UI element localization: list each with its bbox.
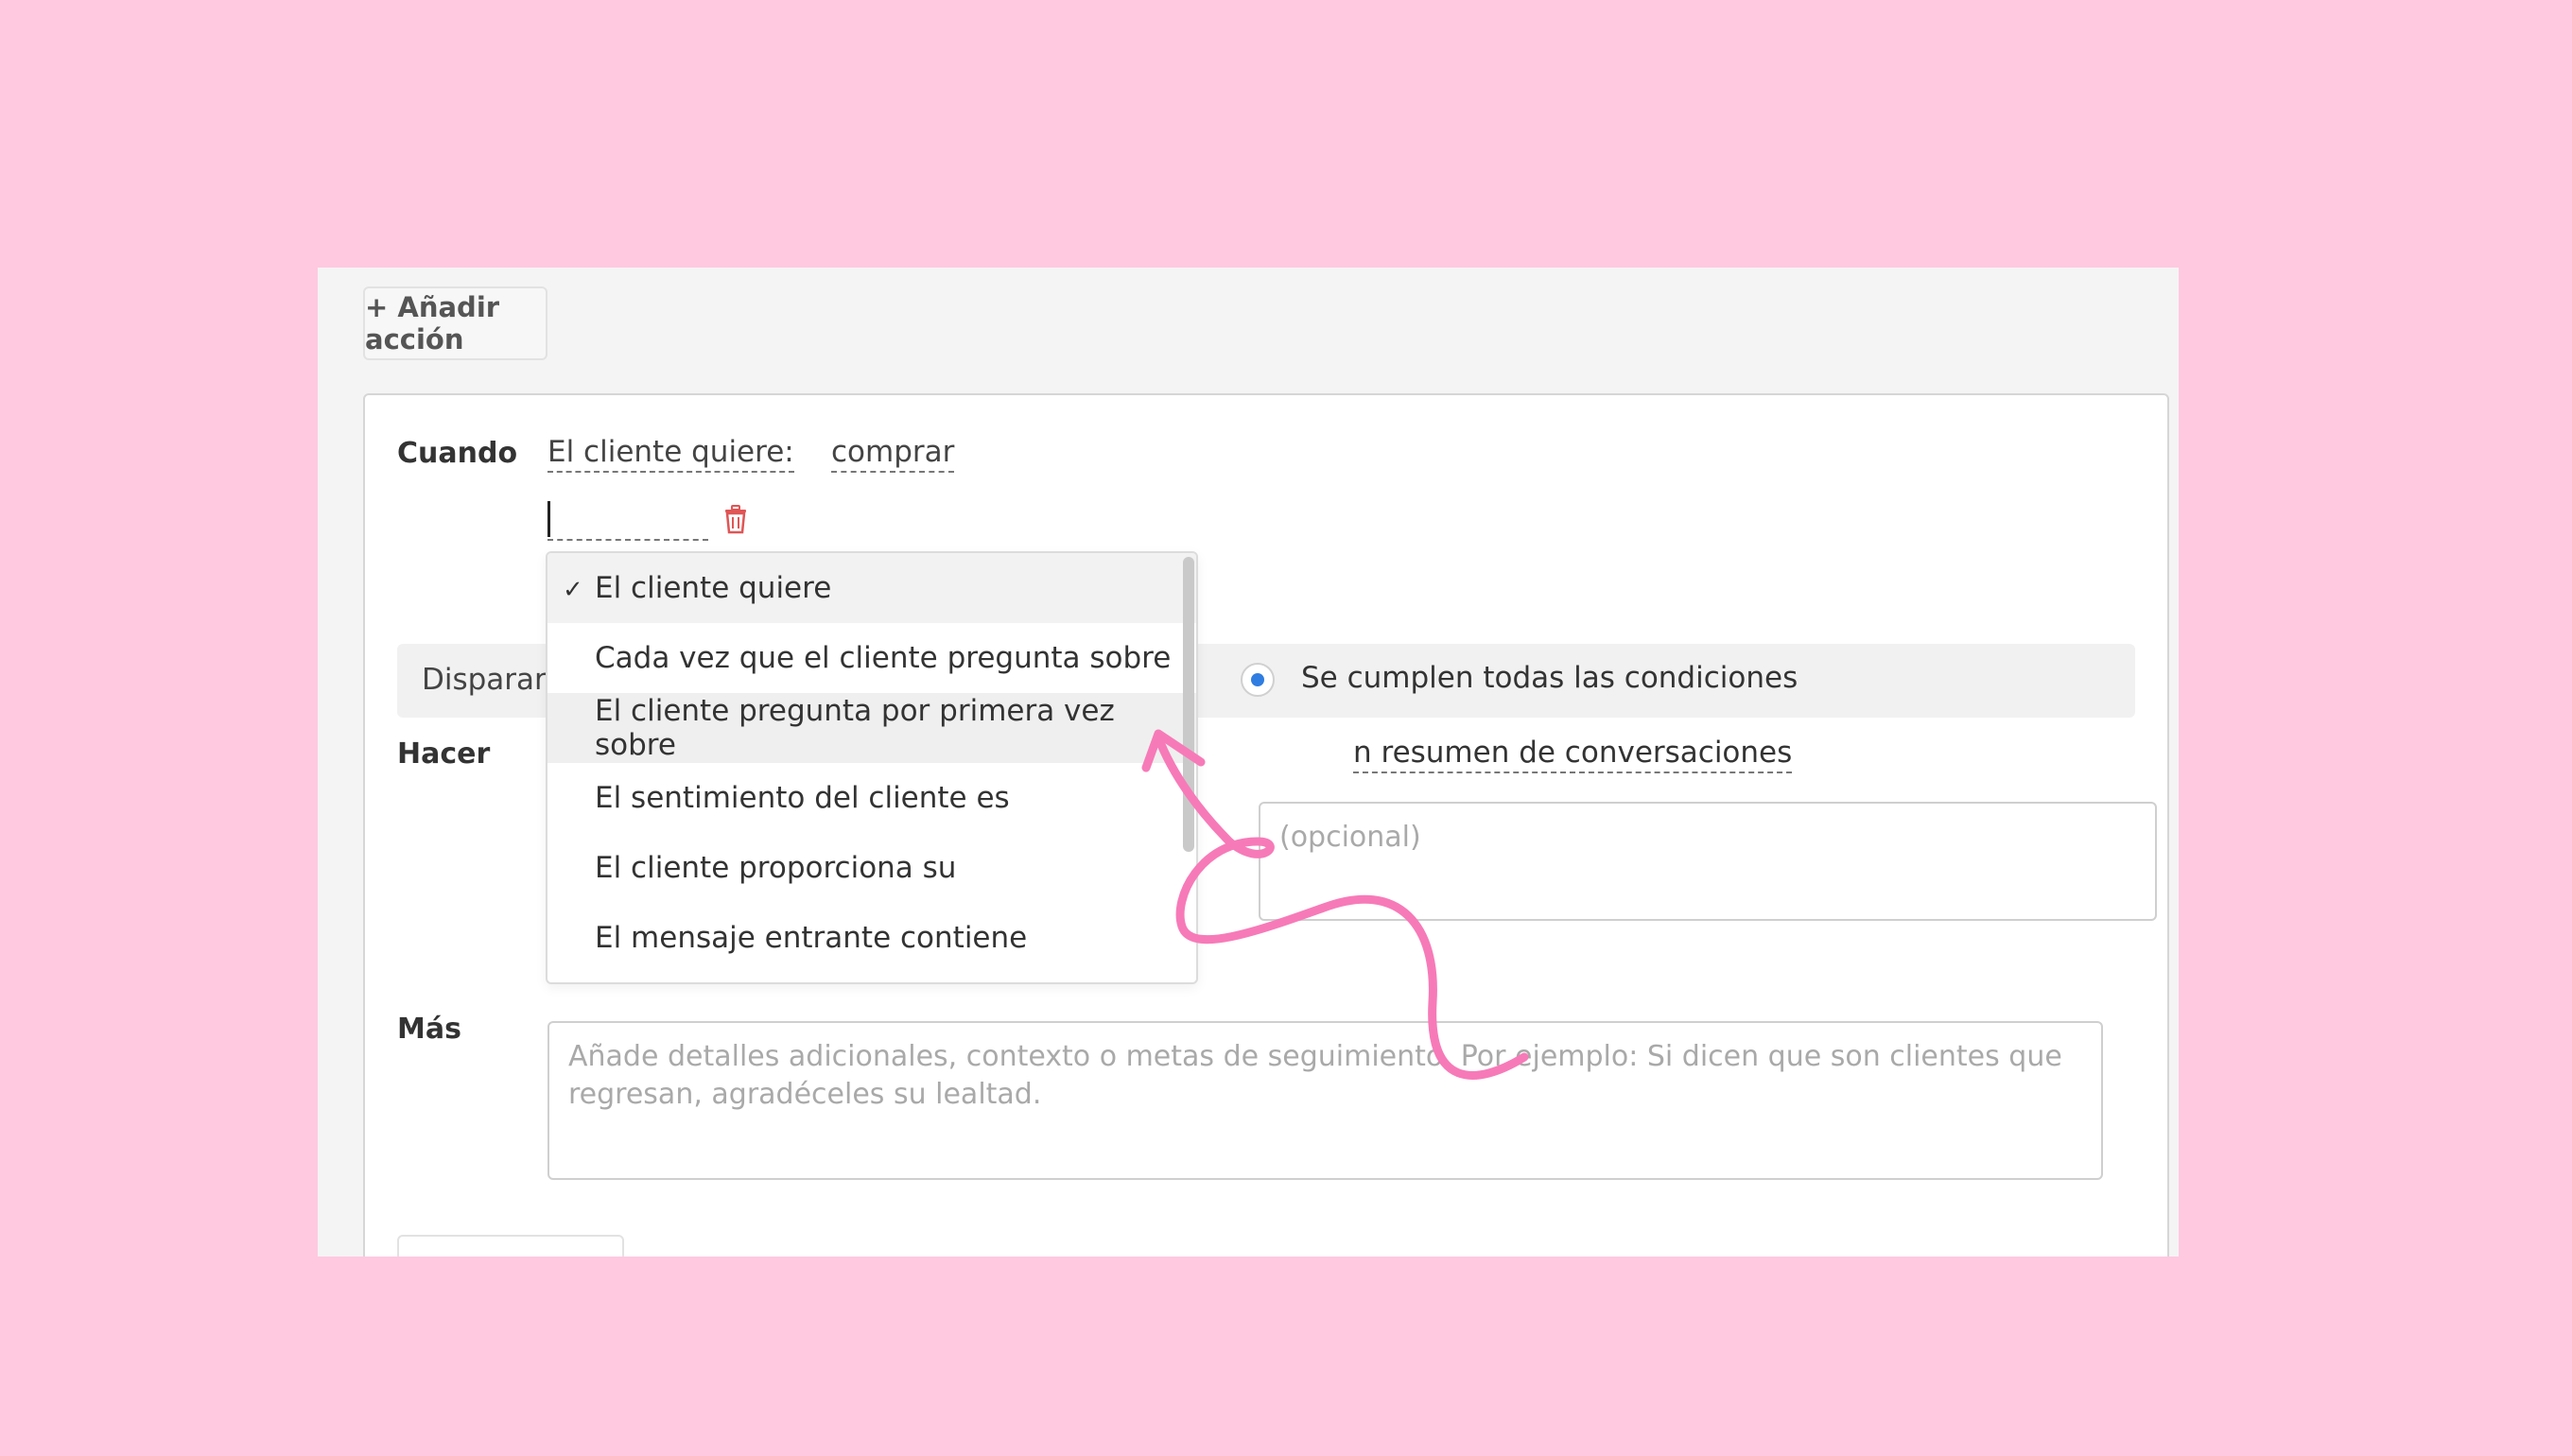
condition-type-link[interactable]: El cliente quiere: bbox=[547, 433, 794, 473]
add-action-button[interactable]: + Añadir acción bbox=[363, 286, 547, 360]
dropdown-item[interactable]: El cliente proporciona su bbox=[547, 833, 1196, 903]
dropdown-item-label: El mensaje entrante contiene bbox=[595, 921, 1028, 955]
when-label: Cuando bbox=[397, 437, 518, 470]
more-details-field[interactable]: Añade detalles adicionales, contexto o m… bbox=[547, 1021, 2103, 1180]
dropdown-item-label: El cliente quiere bbox=[595, 571, 832, 605]
dropdown-item[interactable]: ✓ El cliente quiere bbox=[547, 553, 1196, 623]
text-caret bbox=[547, 501, 550, 537]
dropdown-item[interactable]: El sentimiento del cliente es bbox=[547, 763, 1196, 833]
dropdown-item-label: Cada vez que el cliente pregunta sobre bbox=[595, 641, 1172, 675]
dropdown-item-label: El cliente pregunta por primera vez sobr… bbox=[595, 694, 1115, 762]
condition-dropdown[interactable]: ✓ El cliente quiere Cada vez que el clie… bbox=[546, 551, 1198, 984]
action-link[interactable]: n resumen de conversaciones bbox=[1353, 734, 1793, 773]
do-label: Hacer bbox=[397, 737, 491, 771]
more-label: Más bbox=[397, 1013, 461, 1046]
dropdown-item[interactable]: El mensaje entrante contiene bbox=[547, 903, 1196, 973]
all-conditions-radio[interactable] bbox=[1241, 663, 1275, 697]
check-icon: ✓ bbox=[563, 576, 583, 604]
action-note-placeholder: (opcional) bbox=[1279, 821, 1421, 854]
new-condition-input[interactable] bbox=[547, 499, 708, 541]
dropdown-item-label: El cliente proporciona su bbox=[595, 851, 957, 885]
action-note-field[interactable]: (opcional) bbox=[1259, 802, 2157, 921]
all-conditions-label[interactable]: Se cumplen todas las condiciones bbox=[1301, 661, 1798, 695]
dropdown-scrollbar[interactable] bbox=[1183, 557, 1194, 852]
dropdown-item-label: El sentimiento del cliente es bbox=[595, 781, 1010, 815]
trash-icon[interactable] bbox=[722, 504, 749, 534]
condition-value-link[interactable]: comprar bbox=[831, 433, 955, 473]
dropdown-item[interactable]: Cada vez que el cliente pregunta sobre bbox=[547, 623, 1196, 693]
more-details-placeholder: Añade detalles adicionales, contexto o m… bbox=[568, 1040, 2062, 1111]
secondary-button[interactable] bbox=[397, 1235, 624, 1257]
dropdown-item[interactable]: El cliente pregunta por primera vez sobr… bbox=[547, 693, 1196, 763]
